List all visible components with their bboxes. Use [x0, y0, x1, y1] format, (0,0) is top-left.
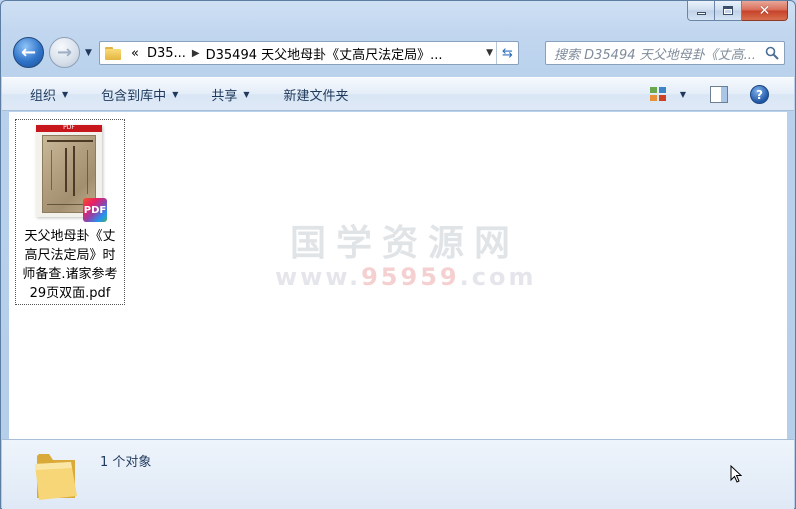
include-in-library-menu[interactable]: 包含到库中 ▼: [101, 85, 178, 104]
view-options-dropdown-icon[interactable]: ▼: [680, 90, 686, 99]
maximize-button[interactable]: [715, 1, 742, 21]
forward-button[interactable]: →: [49, 37, 80, 68]
chevron-down-icon: ▼: [62, 89, 69, 99]
close-icon: ✕: [758, 2, 771, 19]
breadcrumb-overflow[interactable]: «: [131, 46, 139, 61]
new-folder-button[interactable]: 新建文件夹: [284, 85, 349, 104]
maximize-icon: [723, 6, 733, 15]
watermark-url-number: 95959: [361, 263, 460, 291]
details-pane: 1 个对象: [2, 439, 794, 509]
help-icon[interactable]: ?: [750, 85, 769, 104]
explorer-window: ✕ ← → ▼ « D35... ▶ D35494 天父地母卦《丈高尺法定局》.…: [0, 0, 796, 509]
search-box[interactable]: 搜索 D35494 天父地母卦《丈高...: [545, 41, 785, 65]
search-icon[interactable]: [765, 46, 779, 60]
file-list-pane[interactable]: 国学资源网 www.95959.com PDF PDF 天父地母卦《丈 高尺法定…: [9, 112, 787, 439]
recent-pages-dropdown-icon[interactable]: ▼: [85, 48, 92, 58]
chevron-right-icon[interactable]: ▶: [192, 48, 200, 59]
preview-pane-icon[interactable]: [710, 86, 728, 103]
watermark-title: 国学资源网: [289, 223, 520, 264]
folder-icon: [35, 454, 77, 500]
file-name-line: 29页双面.pdf: [29, 286, 111, 301]
back-button[interactable]: ←: [13, 37, 44, 68]
file-name-line: 师备查.诸家参考: [22, 267, 118, 282]
address-bar[interactable]: « D35... ▶ D35494 天父地母卦《丈高尺法定局》... ▼ ⇆: [99, 41, 519, 65]
share-label: 共享: [211, 88, 238, 104]
share-menu[interactable]: 共享 ▼: [211, 85, 249, 104]
file-name-label: 天父地母卦《丈 高尺法定局》时 师备查.诸家参考 29页双面.pdf: [16, 227, 124, 303]
minimize-icon: [696, 12, 706, 15]
nav-buttons: ← → ▼: [11, 37, 99, 69]
chevron-down-icon: ▼: [172, 89, 179, 99]
caption-buttons: ✕: [687, 1, 788, 21]
item-count-status: 1 个对象: [100, 455, 152, 470]
thumbnail-header-band: PDF: [36, 124, 102, 132]
mouse-cursor-icon: [730, 465, 742, 483]
file-name-line: 天父地母卦《丈: [24, 229, 116, 244]
file-name-line: 高尺法定局》时: [24, 248, 116, 263]
watermark-url-suffix: .com: [459, 263, 537, 291]
watermark-url-prefix: www.: [275, 263, 362, 291]
address-dropdown-icon[interactable]: ▼: [486, 48, 493, 58]
view-options-icon[interactable]: [650, 87, 666, 102]
close-button[interactable]: ✕: [742, 1, 788, 21]
breadcrumb-item-parent[interactable]: D35...: [147, 46, 186, 61]
breadcrumb-item-current[interactable]: D35494 天父地母卦《丈高尺法定局》...: [206, 44, 443, 63]
search-input[interactable]: 搜索 D35494 天父地母卦《丈高...: [546, 44, 754, 63]
file-item-pdf[interactable]: PDF PDF 天父地母卦《丈 高尺法定局》时 师备查.诸家参考 29页双面.p…: [15, 119, 125, 305]
folder-icon: [105, 46, 123, 60]
thumbnail-band-label: PDF: [63, 124, 75, 131]
watermark-url: www.95959.com: [275, 264, 535, 290]
forward-arrow-icon: →: [56, 41, 73, 63]
chevron-down-icon: ▼: [243, 89, 250, 99]
navigation-bar: ← → ▼ « D35... ▶ D35494 天父地母卦《丈高尺法定局》...…: [9, 37, 787, 71]
pdf-icon: PDF: [83, 198, 107, 222]
organize-label: 组织: [30, 88, 57, 104]
include-in-library-label: 包含到库中: [101, 88, 167, 104]
new-folder-label: 新建文件夹: [283, 88, 349, 104]
refresh-icon: ⇆: [502, 45, 513, 61]
organize-menu[interactable]: 组织 ▼: [30, 85, 68, 104]
back-arrow-icon: ←: [20, 41, 37, 63]
minimize-button[interactable]: [687, 1, 715, 21]
command-bar: 组织 ▼ 包含到库中 ▼ 共享 ▼ 新建文件夹 ▼ ?: [2, 77, 794, 111]
refresh-button[interactable]: ⇆: [496, 42, 518, 64]
